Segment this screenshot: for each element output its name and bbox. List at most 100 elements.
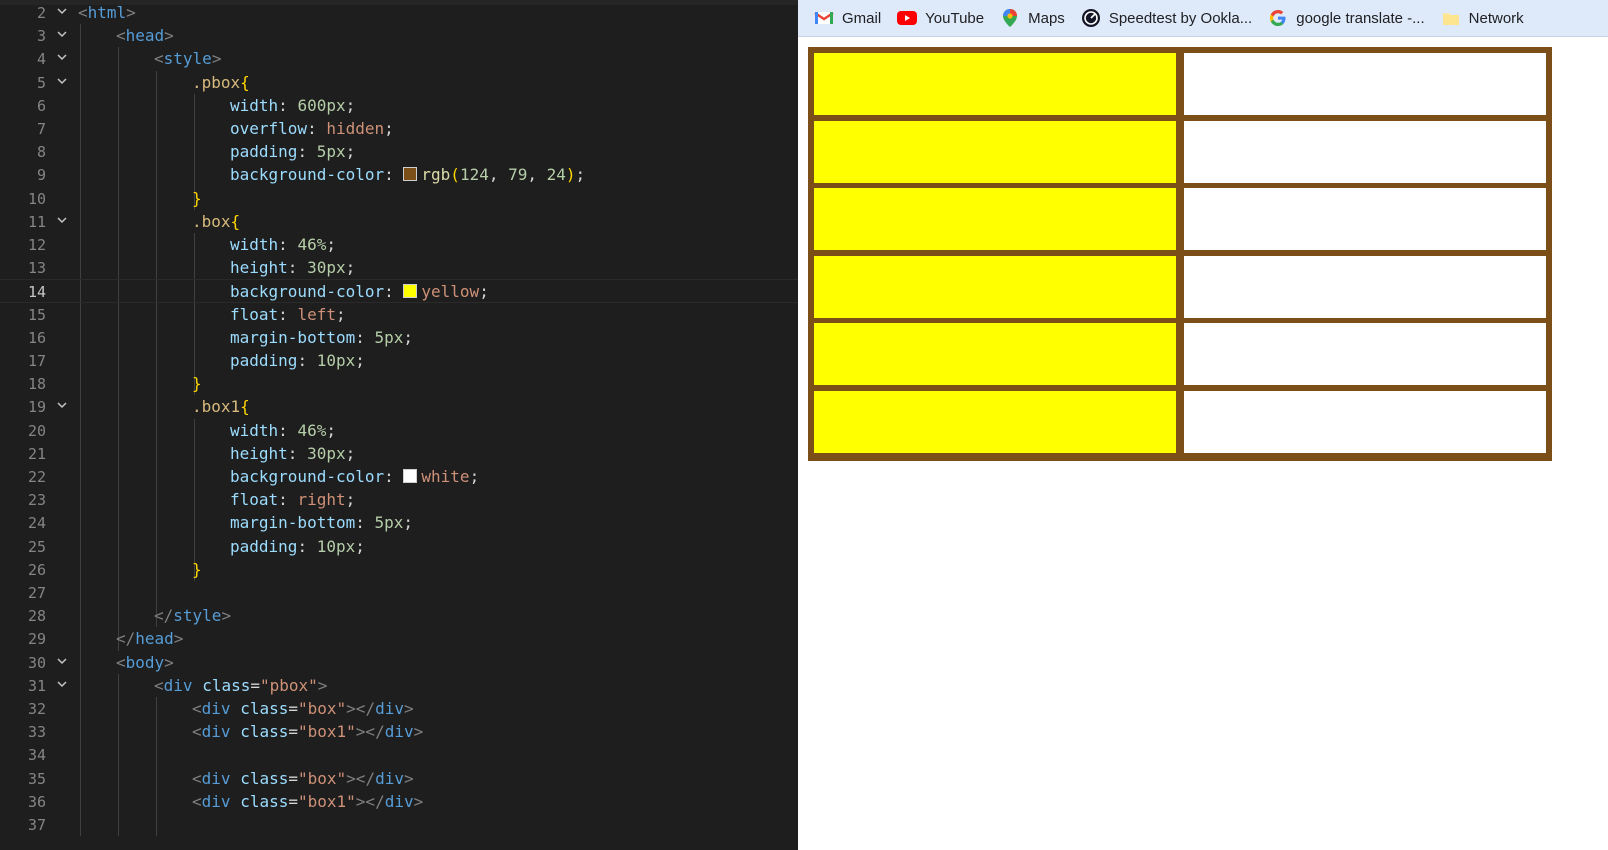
code-line[interactable]: 36 <div class="box1"></div> bbox=[0, 790, 798, 814]
code-line[interactable]: 23 float: right; bbox=[0, 488, 798, 512]
code-token: : bbox=[355, 513, 375, 533]
code-token: ; bbox=[326, 235, 336, 254]
code-line[interactable]: 33 <div class="box1"></div> bbox=[0, 720, 798, 744]
code-line[interactable]: 22 background-color: white; bbox=[0, 465, 798, 489]
code-line[interactable]: 7 overflow: hidden; bbox=[0, 117, 798, 141]
line-number: 16 bbox=[27, 328, 46, 347]
code-line[interactable]: 5 .pbox{ bbox=[0, 71, 798, 95]
code-text: margin-bottom: 5px; bbox=[230, 511, 413, 535]
code-line[interactable]: 37 bbox=[0, 813, 798, 837]
code-token: yellow bbox=[421, 282, 480, 302]
code-token: ; bbox=[355, 536, 365, 556]
color-swatch[interactable] bbox=[403, 167, 418, 182]
rendered-page bbox=[798, 37, 1608, 850]
code-line[interactable]: 24 margin-bottom: 5px; bbox=[0, 511, 798, 535]
code-line[interactable]: 15 float: left; bbox=[0, 303, 798, 327]
code-text: <div class="box"></div> bbox=[192, 767, 414, 791]
code-line[interactable]: 14 background-color: yellow; bbox=[0, 279, 798, 304]
color-swatch[interactable] bbox=[403, 284, 418, 299]
line-number: 12 bbox=[27, 236, 46, 254]
code-token: : bbox=[384, 467, 404, 486]
code-line[interactable]: 3 <head> bbox=[0, 24, 798, 48]
code-line[interactable]: 9 background-color: rgb(124, 79, 24); bbox=[0, 163, 798, 187]
code-token: } bbox=[192, 188, 202, 208]
code-line[interactable]: 21 height: 30px; bbox=[0, 442, 798, 466]
chevron-down-icon[interactable] bbox=[54, 651, 70, 675]
code-line[interactable]: 32 <div class="box"></div> bbox=[0, 697, 798, 721]
code-token: ></ bbox=[355, 722, 385, 742]
code-line[interactable]: 8 padding: 5px; bbox=[0, 140, 798, 164]
code-token: float bbox=[230, 304, 279, 324]
code-token: < bbox=[192, 791, 202, 811]
code-line[interactable]: 12 width: 46%; bbox=[0, 233, 798, 257]
code-line[interactable]: 30 <body> bbox=[0, 651, 798, 675]
code-line[interactable]: 19 .box1{ bbox=[0, 395, 798, 419]
line-number: 18 bbox=[27, 375, 46, 394]
code-token: div bbox=[375, 699, 404, 718]
line-number: 27 bbox=[27, 584, 46, 602]
code-line[interactable]: 4 <style> bbox=[0, 47, 798, 71]
browser-window: Gmail YouTube Maps Speedtest by Ookla... goo… bbox=[798, 0, 1608, 850]
code-token: : bbox=[297, 351, 317, 370]
code-line[interactable]: 25 padding: 10px; bbox=[0, 535, 798, 559]
code-line[interactable]: 20 width: 46%; bbox=[0, 419, 798, 443]
code-text: } bbox=[192, 187, 202, 211]
box-yellow bbox=[814, 188, 1176, 251]
code-token: ( bbox=[450, 165, 460, 185]
code-token: div bbox=[384, 791, 414, 811]
box-yellow bbox=[814, 323, 1176, 386]
code-line[interactable]: 11 .box{ bbox=[0, 210, 798, 234]
chevron-down-icon[interactable] bbox=[54, 47, 70, 71]
code-line[interactable]: 2 <html> bbox=[0, 1, 798, 25]
code-line[interactable]: 29 </head> bbox=[0, 627, 798, 651]
chevron-down-icon[interactable] bbox=[54, 674, 70, 698]
code-token: padding bbox=[230, 142, 298, 162]
line-number: 32 bbox=[27, 700, 46, 718]
line-number: 20 bbox=[27, 421, 46, 440]
code-token: </ bbox=[116, 629, 136, 649]
code-line[interactable]: 35 <div class="box"></div> bbox=[0, 767, 798, 791]
code-line[interactable]: 17 padding: 10px; bbox=[0, 349, 798, 373]
pbox-container bbox=[808, 47, 1552, 461]
code-line[interactable]: 34 bbox=[0, 743, 798, 767]
chevron-down-icon[interactable] bbox=[54, 1, 70, 25]
chevron-down-icon[interactable] bbox=[54, 395, 70, 419]
bookmark-network[interactable]: Network bbox=[1441, 8, 1524, 28]
line-number: 23 bbox=[27, 491, 46, 510]
code-token: ></ bbox=[355, 791, 385, 811]
bookmark-gmail[interactable]: Gmail bbox=[814, 8, 881, 28]
code-text: </head> bbox=[116, 627, 183, 651]
chevron-down-icon[interactable] bbox=[54, 24, 70, 48]
chevron-down-icon[interactable] bbox=[54, 71, 70, 95]
code-line[interactable]: 28 </style> bbox=[0, 604, 798, 628]
bookmark-speedtest[interactable]: Speedtest by Ookla... bbox=[1081, 8, 1252, 28]
code-token: div bbox=[384, 722, 414, 742]
code-editor[interactable]: 2 <html> 3 <head> 4 <style> 5 .pbox{6 width: 600… bbox=[0, 0, 798, 850]
line-number: 33 bbox=[27, 723, 46, 742]
line-number: 4 bbox=[36, 50, 46, 69]
code-token: background-color bbox=[230, 467, 385, 486]
line-number: 9 bbox=[36, 166, 46, 185]
code-token: div bbox=[201, 722, 231, 742]
color-swatch[interactable] bbox=[403, 469, 418, 483]
code-line[interactable]: 18} bbox=[0, 372, 798, 396]
code-line[interactable]: 6 width: 600px; bbox=[0, 94, 798, 118]
code-token: : bbox=[384, 165, 404, 185]
code-token: ; bbox=[469, 467, 480, 486]
bookmark-maps[interactable]: Maps bbox=[1000, 8, 1065, 28]
code-line[interactable]: 31 <div class="pbox"> bbox=[0, 674, 798, 698]
code-line[interactable]: 27 bbox=[0, 581, 798, 605]
code-text: height: 30px; bbox=[230, 256, 355, 280]
code-line[interactable]: 13 height: 30px; bbox=[0, 256, 798, 280]
code-line[interactable]: 10} bbox=[0, 187, 798, 211]
code-token: > bbox=[403, 699, 414, 718]
bookmark-youtube[interactable]: YouTube bbox=[897, 8, 984, 28]
code-line[interactable]: 16 margin-bottom: 5px; bbox=[0, 326, 798, 350]
bookmark-google[interactable]: google translate -... bbox=[1268, 8, 1425, 28]
code-line[interactable]: 26} bbox=[0, 558, 798, 582]
chevron-down-icon[interactable] bbox=[54, 210, 70, 234]
code-text: .pbox{ bbox=[192, 71, 250, 95]
line-number: 35 bbox=[27, 769, 46, 788]
